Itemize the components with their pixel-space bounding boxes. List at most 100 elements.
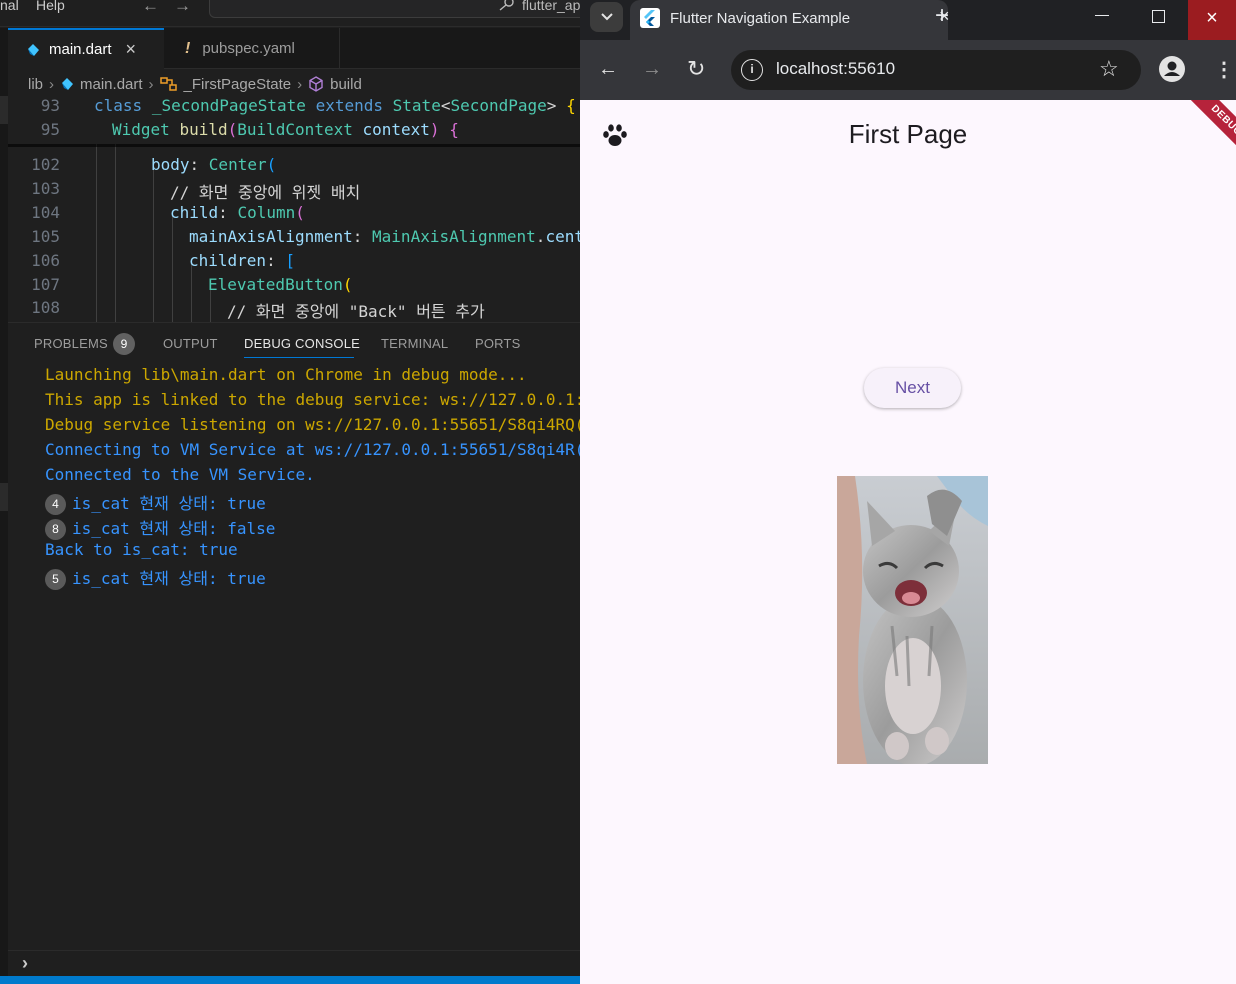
new-tab-button[interactable]: + <box>935 2 949 30</box>
chevron-right-icon: › <box>148 75 154 93</box>
status-bar <box>0 976 580 984</box>
code-line-102[interactable]: 102 body: Center( <box>8 155 580 179</box>
tab-ports[interactable]: PORTS <box>475 336 521 351</box>
line-number: 95 <box>40 120 60 139</box>
kitten-photo <box>837 476 988 764</box>
tab-main-dart[interactable]: main.dart × <box>8 28 164 69</box>
code-line-107[interactable]: 107 ElevatedButton( <box>8 275 580 299</box>
code-text: children: [ <box>189 251 295 270</box>
sticky-line[interactable]: 93 class _SecondPageState extends State<… <box>8 96 580 120</box>
code-text: body: Center( <box>151 155 277 174</box>
back-arrow-icon[interactable]: ← <box>598 58 618 81</box>
line-number: 108 <box>31 298 60 317</box>
flutter-favicon-icon <box>640 8 660 28</box>
tab-problems[interactable]: PROBLEMS <box>34 336 108 351</box>
vscode-window: nal Help ← → flutter_ap main.dart × ! pu… <box>0 0 580 984</box>
line-number: 105 <box>31 227 60 246</box>
code-line-108[interactable]: 108 // 화면 중앙에 "Back" 버튼 추가 <box>8 298 580 322</box>
console-line: 5 is_cat 현재 상태: true <box>45 565 266 590</box>
repeat-count-badge: 4 <box>45 494 66 515</box>
chevron-right-icon: › <box>297 75 303 93</box>
url-text: localhost:55610 <box>776 59 896 78</box>
command-center[interactable]: flutter_ap <box>209 0 580 18</box>
breadcrumb-item[interactable]: _FirstPageState <box>184 76 292 93</box>
minimize-button[interactable] <box>1095 15 1109 16</box>
code-text: // 화면 중앙에 위젯 배치 <box>170 183 361 202</box>
active-tab-indicator <box>244 357 354 358</box>
console-line: 4 is_cat 현재 상태: true <box>45 490 266 515</box>
code-editor[interactable]: 93 class _SecondPageState extends State<… <box>8 96 580 322</box>
breadcrumb-item[interactable]: build <box>330 76 362 93</box>
bookmark-star-icon[interactable]: ☆ <box>1099 56 1119 82</box>
code-line-103[interactable]: 103 // 화면 중앙에 위젯 배치 <box>8 179 580 203</box>
command-center-label: flutter_ap <box>522 0 580 13</box>
repeat-count-badge: 8 <box>45 519 66 540</box>
code-line-104[interactable]: 104 child: Column( <box>8 203 580 227</box>
code-line-106[interactable]: 106 children: [ <box>8 251 580 275</box>
menu-kebab-icon[interactable]: ⋮ <box>1214 57 1234 82</box>
chrome-toolbar: ← → ↻ i localhost:55610 ☆ ⋮ <box>580 40 1236 100</box>
sticky-line[interactable]: 95 Widget build(BuildContext context) { <box>8 120 580 144</box>
nav-back-icon[interactable]: ← <box>142 0 159 16</box>
gutter-mark <box>0 96 8 124</box>
vscode-titlebar: nal Help ← → flutter_ap <box>0 0 580 27</box>
forward-arrow-icon[interactable]: → <box>642 58 662 81</box>
tab-label: pubspec.yaml <box>202 40 295 57</box>
dart-icon <box>62 78 74 90</box>
window-close-button[interactable]: × <box>1188 0 1236 40</box>
console-line: This app is linked to the debug service:… <box>45 390 580 409</box>
activity-edge <box>0 28 8 984</box>
menu-terminal[interactable]: nal <box>0 0 19 13</box>
address-bar[interactable]: i localhost:55610 ☆ <box>731 50 1141 90</box>
chrome-window: Flutter Navigation Example × + × ← → ↻ i… <box>580 0 1236 984</box>
console-text: is_cat 현재 상태: true <box>72 494 266 513</box>
menu-help[interactable]: Help <box>36 0 65 13</box>
code-text: ElevatedButton( <box>208 275 353 294</box>
tab-debug-console[interactable]: DEBUG CONSOLE <box>244 336 360 351</box>
line-number: 104 <box>31 203 60 222</box>
line-number: 107 <box>31 275 60 294</box>
breadcrumb-item[interactable]: lib <box>28 76 43 93</box>
class-icon <box>159 77 177 91</box>
gutter-mark <box>0 483 8 511</box>
line-number: 93 <box>40 96 60 115</box>
chrome-tab-strip: Flutter Navigation Example × + × <box>580 0 1236 40</box>
line-number: 103 <box>31 179 60 198</box>
breadcrumb-item[interactable]: main.dart <box>80 76 143 93</box>
code-text: child: Column( <box>170 203 305 222</box>
repeat-count-badge: 5 <box>45 569 66 590</box>
chevron-right-icon: › <box>49 75 55 93</box>
tab-pubspec-yaml[interactable]: ! pubspec.yaml <box>165 28 340 69</box>
code-text: mainAxisAlignment: MainAxisAlignment.cen… <box>189 227 580 246</box>
method-icon <box>309 76 323 92</box>
flutter-page: First Page DEBUG Next <box>580 100 1236 984</box>
close-icon[interactable]: × <box>126 39 137 60</box>
console-line: 8 is_cat 현재 상태: false <box>45 515 275 540</box>
tab-output[interactable]: OUTPUT <box>163 336 218 351</box>
site-info-icon[interactable]: i <box>741 59 763 81</box>
search-icon <box>499 0 514 11</box>
console-text: is_cat 현재 상태: true <box>72 569 266 588</box>
tab-title: Flutter Navigation Example <box>670 10 851 27</box>
tab-search-button[interactable] <box>590 2 623 32</box>
tab-label: main.dart <box>49 41 112 58</box>
browser-tab[interactable]: Flutter Navigation Example × <box>630 0 950 40</box>
debug-console-input[interactable]: › <box>8 950 580 976</box>
sticky-scroll-shadow <box>8 144 580 147</box>
code-text: class _SecondPageState extends State<Sec… <box>94 96 576 115</box>
code-line-105[interactable]: 105 mainAxisAlignment: MainAxisAlignment… <box>8 227 580 251</box>
profile-avatar-icon[interactable] <box>1159 56 1185 82</box>
nav-forward-icon[interactable]: → <box>174 0 191 16</box>
reload-icon[interactable]: ↻ <box>687 56 705 82</box>
editor-tabs: main.dart × ! pubspec.yaml <box>8 28 580 69</box>
next-button[interactable]: Next <box>864 368 961 408</box>
console-line: Launching lib\main.dart on Chrome in deb… <box>45 365 527 384</box>
tab-terminal[interactable]: TERMINAL <box>381 336 448 351</box>
line-number: 106 <box>31 251 60 270</box>
dart-icon <box>28 43 39 56</box>
maximize-button[interactable] <box>1152 10 1165 23</box>
console-line: Debug service listening on ws://127.0.0.… <box>45 415 580 434</box>
prompt-chevron-icon: › <box>22 953 28 973</box>
chevron-down-icon <box>600 13 613 21</box>
console-line: Back to is_cat: true <box>45 540 238 559</box>
